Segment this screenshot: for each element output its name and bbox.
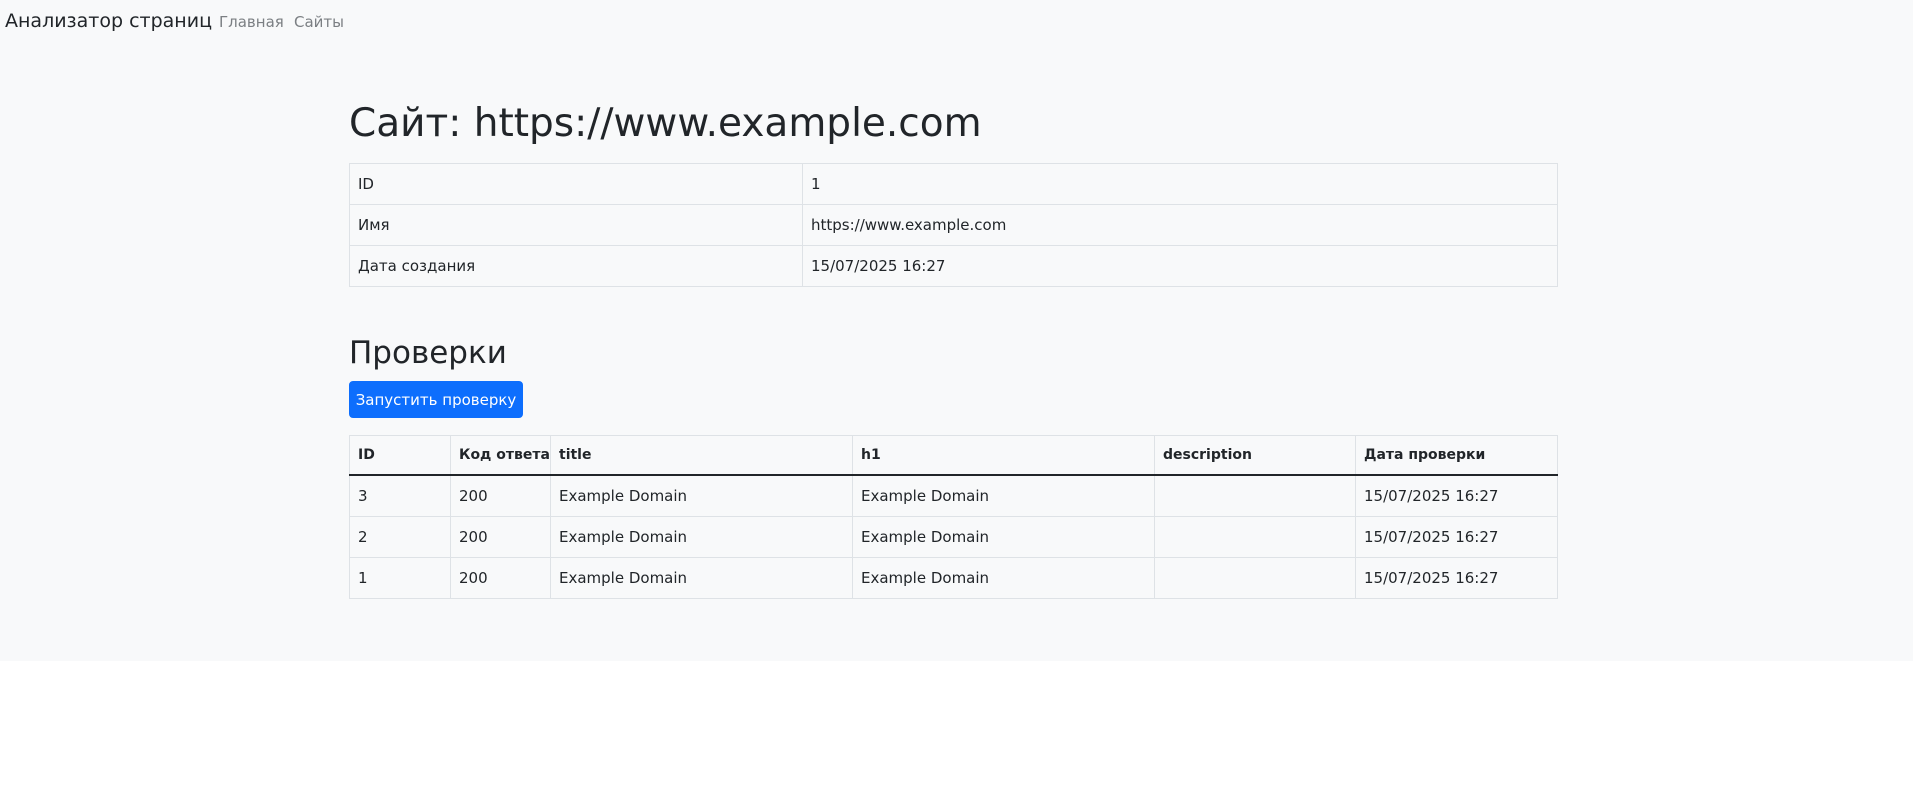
column-header-id: ID: [349, 435, 451, 476]
cell-status-code: 200: [450, 516, 551, 558]
cell-check-date: 15/07/2025 16:27: [1355, 557, 1558, 599]
column-header-check-date: Дата проверки: [1355, 435, 1558, 476]
site-name-label: Имя: [349, 204, 803, 246]
table-row: Имя https://www.example.com: [349, 204, 1558, 246]
cell-check-date: 15/07/2025 16:27: [1355, 474, 1558, 517]
site-info-table: ID 1 Имя https://www.example.com Дата со…: [349, 163, 1558, 287]
site-created-label: Дата создания: [349, 245, 803, 287]
table-row: Дата создания 15/07/2025 16:27: [349, 245, 1558, 287]
site-id-value: 1: [802, 163, 1558, 205]
cell-title: Example Domain: [550, 474, 853, 517]
cell-h1: Example Domain: [852, 557, 1155, 599]
run-check-button[interactable]: Запустить проверку: [349, 381, 523, 418]
cell-status-code: 200: [450, 474, 551, 517]
cell-id: 1: [349, 557, 451, 599]
cell-title: Example Domain: [550, 557, 853, 599]
navbar-brand[interactable]: Анализатор страниц: [5, 10, 212, 32]
cell-h1: Example Domain: [852, 474, 1155, 517]
site-id-label: ID: [349, 163, 803, 205]
nav-link-sites[interactable]: Сайты: [294, 13, 344, 31]
cell-status-code: 200: [450, 557, 551, 599]
cell-description: [1154, 474, 1356, 517]
table-row: 2 200 Example Domain Example Domain 15/0…: [349, 516, 1558, 558]
table-row: 3 200 Example Domain Example Domain 15/0…: [349, 474, 1558, 517]
column-header-h1: h1: [852, 435, 1155, 476]
site-name-value: https://www.example.com: [802, 204, 1558, 246]
cell-h1: Example Domain: [852, 516, 1155, 558]
checks-heading: Проверки: [349, 335, 507, 371]
column-header-title: title: [550, 435, 853, 476]
table-header-row: ID Код ответа title h1 description Дата …: [349, 435, 1558, 476]
cell-check-date: 15/07/2025 16:27: [1355, 516, 1558, 558]
page-title: Сайт: https://www.example.com: [349, 101, 982, 146]
table-row: ID 1: [349, 163, 1558, 205]
cell-id: 2: [349, 516, 451, 558]
cell-id: 3: [349, 474, 451, 517]
cell-description: [1154, 557, 1356, 599]
table-row: 1 200 Example Domain Example Domain 15/0…: [349, 557, 1558, 599]
cell-title: Example Domain: [550, 516, 853, 558]
column-header-status-code: Код ответа: [450, 435, 551, 476]
site-created-value: 15/07/2025 16:27: [802, 245, 1558, 287]
nav-link-home[interactable]: Главная: [219, 13, 284, 31]
checks-table: ID Код ответа title h1 description Дата …: [349, 435, 1558, 599]
cell-description: [1154, 516, 1356, 558]
column-header-description: description: [1154, 435, 1356, 476]
